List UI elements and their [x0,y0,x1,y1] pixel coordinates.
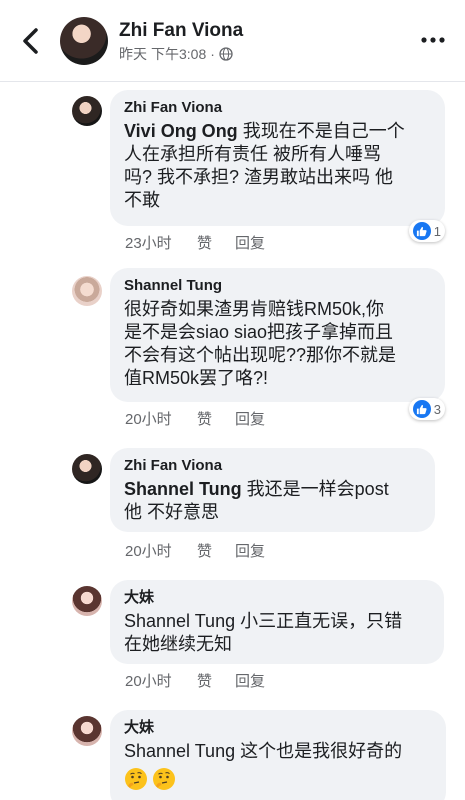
reaction-count[interactable]: 3 [408,398,445,420]
like-button[interactable]: 赞 [197,540,235,561]
comment-text: 很好奇如果渣男肯赔钱RM50k,你 是不是会siao siao把孩子拿掉而且 不… [124,299,397,388]
post-timestamp: 昨天 下午3:08 · [119,44,233,64]
meta-dot: · [210,46,215,62]
comment-text: Vivi Ong Ong 我现在不是自己一个 人在承担所有责任 被所有人唾骂 吗… [124,120,431,212]
comment-text: Shannel Tung 我还是一样会post 他 不好意思 [124,478,421,524]
author-name[interactable]: Zhi Fan Viona [119,20,243,42]
back-chevron-icon[interactable] [18,26,44,56]
like-button[interactable]: 赞 [197,670,235,691]
comment-bubble: Zhi Fan Viona Shannel Tung 我还是一样会post 他 … [110,448,435,532]
reply-button[interactable]: 回复 [235,408,265,429]
comment-bubble: 大妹 Shannel Tung 这个也是我很好奇的 [110,710,446,800]
commenter-name[interactable]: Zhi Fan Viona [124,456,421,476]
comment-time: 20小时 [125,411,172,428]
mention-tag[interactable]: Vivi Ong Ong [124,121,238,141]
comment-time: 20小时 [125,543,172,560]
commenter-name[interactable]: Zhi Fan Viona [124,98,431,118]
emoji-row [124,767,432,791]
comment-bubble: Zhi Fan Viona Vivi Ong Ong 我现在不是自己一个 人在承… [110,90,445,226]
comment-actions: 23小时 赞 回复 [125,232,265,253]
post-time: 下午3:08 [151,46,207,62]
thinking-face-icon [153,768,175,790]
comment-actions: 20小时 赞 回复 [125,408,265,429]
commenter-avatar[interactable] [72,716,102,746]
reaction-number: 3 [433,401,441,417]
reaction-count[interactable]: 1 [408,220,445,242]
comment-actions: 20小时 赞 回复 [125,540,265,561]
commenter-avatar[interactable] [72,454,102,484]
comment-actions: 20小时 赞 回复 [125,670,265,691]
comment-bubble: Shannel Tung 很好奇如果渣男肯赔钱RM50k,你 是不是会siao … [110,268,445,402]
reply-button[interactable]: 回复 [235,232,265,253]
commenter-avatar[interactable] [72,586,102,616]
thumbs-up-icon [412,222,431,240]
commenter-name[interactable]: 大妹 [124,588,430,608]
comment-time: 20小时 [125,673,172,690]
comment-text: Shannel Tung 这个也是我很好奇的 [124,741,403,761]
more-dots-icon[interactable] [419,30,447,50]
commenter-name[interactable]: Shannel Tung [124,276,431,296]
reply-button[interactable]: 回复 [235,540,265,561]
comment-time: 23小时 [125,235,172,252]
comment-bubble: 大妹 Shannel Tung 小三正直无误，只错 在她继续无知 [110,580,444,664]
mention-tag[interactable]: Shannel Tung [124,479,242,499]
commenter-avatar[interactable] [72,276,102,306]
globe-icon [219,47,233,61]
commenter-avatar[interactable] [72,96,102,126]
thumbs-up-icon [412,400,431,418]
comment-text: Shannel Tung 小三正直无误，只错 在她继续无知 [124,611,403,654]
post-day: 昨天 [119,46,147,62]
reply-button[interactable]: 回复 [235,670,265,691]
post-header: Zhi Fan Viona 昨天 下午3:08 · [0,0,465,82]
reaction-number: 1 [433,223,441,239]
like-button[interactable]: 赞 [197,232,235,253]
commenter-name[interactable]: 大妹 [124,718,432,738]
author-avatar[interactable] [60,17,108,65]
like-button[interactable]: 赞 [197,408,235,429]
thinking-face-icon [125,768,147,790]
